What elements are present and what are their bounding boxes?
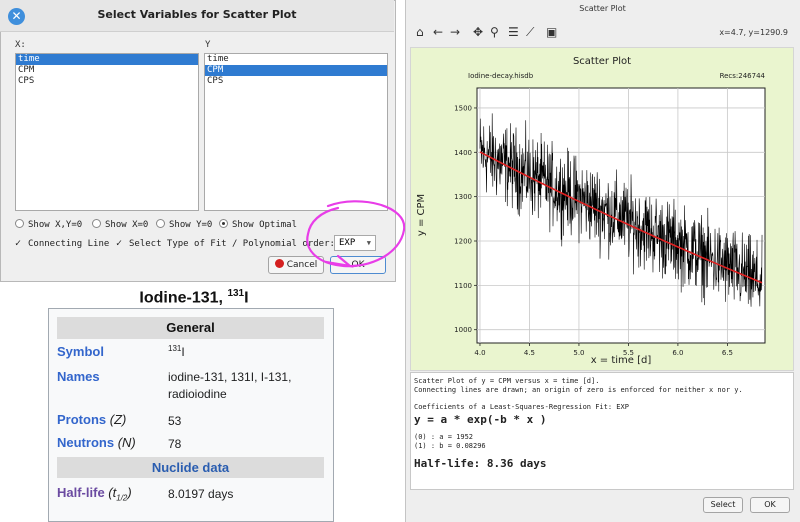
protons-label-text: Protons — [57, 412, 107, 427]
infobox-title-sup: 131 — [227, 288, 245, 299]
x-tick-label: 4.5 — [524, 349, 535, 357]
x-tick-label: 4.0 — [474, 349, 485, 357]
x-list-item[interactable]: CPS — [16, 76, 198, 87]
y-axis: 1000 1100 1200 1300 1400 1500 — [454, 104, 477, 334]
infobox-title: Iodine-131, 131I — [60, 288, 328, 307]
cancel-icon — [274, 259, 284, 268]
results-text-panel[interactable]: Scatter Plot of y = CPM versus x = time … — [410, 372, 794, 490]
chart-title: Scatter Plot — [573, 56, 631, 67]
back-icon[interactable]: ← — [433, 25, 443, 39]
neutrons-label-text: Neutrons — [57, 435, 115, 450]
output-line: Connecting lines are drawn; an origin of… — [414, 386, 743, 394]
x-tick-label: 5.0 — [573, 349, 584, 357]
home-icon[interactable]: ⌂ — [416, 25, 424, 39]
ok-button[interactable]: OK — [750, 497, 790, 513]
cursor-coords: x=4.7, y=1290.9 — [719, 28, 788, 37]
y-tick-label: 1400 — [454, 149, 472, 157]
y-list-item[interactable]: CPS — [205, 76, 387, 87]
chart-subtitle-left: Iodine-decay.hisdb — [468, 72, 534, 80]
infobox-title-symbol: I — [244, 289, 249, 307]
symbol-letter: I — [181, 345, 185, 359]
x-variable-list[interactable]: time CPM CPS — [15, 53, 199, 211]
show-optimal-label: Show Optimal — [232, 220, 298, 230]
checkmark-icon: ✓ — [116, 238, 123, 249]
show-y0-radio[interactable]: Show Y=0 — [156, 219, 212, 230]
show-xy0-label: Show X,Y=0 — [28, 220, 83, 230]
radio-icon — [15, 219, 24, 228]
halflife-var: (t1/2) — [108, 485, 132, 503]
chart-subtitle-right: Recs:246744 — [720, 72, 766, 80]
y-tick-label: 1200 — [454, 238, 472, 246]
general-header: General — [57, 317, 324, 339]
halflife-var-sub: 1/2 — [116, 493, 128, 503]
y-tick-label: 1100 — [454, 282, 472, 290]
y-axis-label: y = CPM — [416, 194, 427, 236]
checkmark-icon: ✓ — [15, 238, 22, 249]
configure-icon[interactable]: ☰ — [508, 25, 519, 39]
output-line: Coefficients of a Least-Squares-Regressi… — [414, 403, 629, 411]
y-variable-list[interactable]: time CPM CPS — [204, 53, 388, 211]
y-list-item[interactable]: time — [205, 54, 387, 65]
halflife-result: Half-life: 8.36 days — [414, 457, 547, 470]
y-tick-label: 1000 — [454, 326, 472, 334]
window-title: Scatter Plot — [579, 4, 626, 13]
x-list-item[interactable]: time — [16, 54, 198, 65]
zoom-icon[interactable]: ⚲ — [490, 25, 499, 39]
connecting-line-checkbox[interactable]: ✓ Connecting Line — [15, 238, 109, 249]
protons-value: 53 — [168, 414, 182, 428]
x-column-label: X: — [15, 40, 26, 50]
names-value-line: iodine-131, 131I, I-131, — [168, 370, 292, 384]
y-list-item[interactable]: CPM — [205, 65, 387, 76]
dialog-title: Select Variables for Scatter Plot — [97, 8, 297, 21]
x-tick-label: 6.5 — [722, 349, 733, 357]
x-list-item[interactable]: CPM — [16, 65, 198, 76]
edit-curve-icon[interactable]: ⟋ — [526, 25, 534, 40]
coef-b: (1) : b = 0.08296 — [414, 442, 486, 450]
halflife-value: 8.0197 days — [168, 487, 234, 501]
names-value: iodine-131, 131I, I-131, radioiodine — [168, 369, 291, 403]
infobox-title-text: Iodine-131, — [139, 289, 223, 307]
halflife-label[interactable]: Half-life (t1/2) — [57, 485, 132, 503]
forward-icon[interactable]: → — [450, 25, 460, 39]
fit-formula: y = a * exp(-b * x ) — [414, 413, 547, 426]
protons-var: (Z) — [109, 412, 127, 427]
y-tick-label: 1300 — [454, 193, 472, 201]
pan-icon[interactable]: ✥ — [473, 25, 483, 39]
names-value-line: radioiodine — [168, 387, 227, 401]
show-x0-label: Show X=0 — [105, 220, 149, 230]
protons-label[interactable]: Protons (Z) — [57, 412, 126, 427]
show-optimal-radio[interactable]: Show Optimal — [219, 219, 297, 230]
x-tick-label: 6.0 — [672, 349, 683, 357]
halflife-var-close: ) — [127, 485, 132, 500]
x-axis-label: x = time [d] — [591, 355, 652, 366]
connecting-line-label: Connecting Line — [28, 239, 110, 249]
names-label[interactable]: Names — [57, 369, 100, 384]
show-xy0-radio[interactable]: Show X,Y=0 — [15, 219, 82, 230]
scatter-chart[interactable]: 4.0 4.5 5.0 5.5 6.0 6.5 100011001200130014001… — [410, 47, 794, 371]
radio-selected-icon — [219, 219, 228, 228]
select-button[interactable]: Select — [703, 497, 743, 513]
save-icon[interactable]: ▣ — [546, 25, 557, 39]
symbol-sup: 131 — [168, 344, 182, 353]
neutrons-label[interactable]: Neutrons (N) — [57, 435, 136, 450]
output-line: Scatter Plot of y = CPM versus x = time … — [414, 377, 600, 385]
annotation-circle — [306, 200, 406, 268]
y-tick-label: 1500 — [454, 104, 472, 112]
show-y0-label: Show Y=0 — [169, 220, 213, 230]
radio-icon — [92, 219, 101, 228]
y-column-label: Y — [205, 40, 211, 50]
show-x0-radio[interactable]: Show X=0 — [92, 219, 148, 230]
neutrons-value: 78 — [168, 437, 182, 451]
neutrons-var: (N) — [117, 435, 136, 450]
coef-a: (0) : a = 1952 — [414, 433, 474, 441]
symbol-value: 131I — [168, 340, 185, 361]
symbol-label[interactable]: Symbol — [57, 344, 104, 359]
nuclide-data-header[interactable]: Nuclide data — [57, 457, 324, 478]
halflife-label-text: Half-life — [57, 485, 105, 500]
radio-icon — [156, 219, 165, 228]
